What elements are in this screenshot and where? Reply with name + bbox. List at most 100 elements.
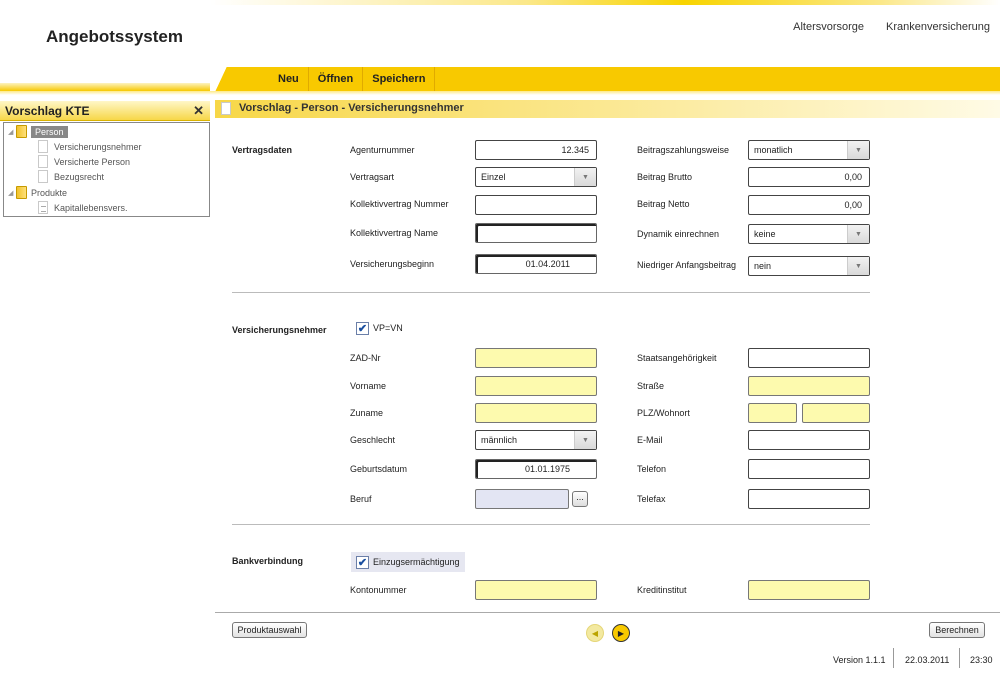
status-separator	[959, 648, 960, 668]
niedriger-anfangsbeitrag-value: nein	[754, 261, 772, 271]
niedriger-anfangsbeitrag-select[interactable]: nein ▼	[748, 256, 870, 276]
label-kreditinstitut: Kreditinstitut	[637, 585, 687, 595]
tree-node-produkte[interactable]: ◢ Produkte	[8, 186, 67, 199]
beitrag-netto-input[interactable]: 0,00	[748, 195, 870, 215]
status-time: 23:30	[970, 655, 993, 665]
previous-icon[interactable]: ◀	[586, 624, 604, 642]
chevron-down-icon[interactable]: ▼	[847, 141, 869, 159]
beruf-input[interactable]	[475, 489, 569, 509]
sidebar-header: Vorschlag KTE ✕	[0, 101, 210, 121]
label-telefon: Telefon	[637, 464, 667, 474]
agenturnummer-input[interactable]: 12.345	[475, 140, 597, 160]
label-versicherungsbeginn: Versicherungsbeginn	[350, 259, 435, 269]
label-dynamik: Dynamik einrechnen	[637, 229, 720, 239]
document-icon	[38, 170, 48, 183]
tree-label-produkte: Produkte	[31, 187, 68, 198]
kollektiv-name-input[interactable]	[475, 223, 597, 243]
toolbar: Neu Öffnen Speichern	[240, 67, 436, 91]
geschlecht-select[interactable]: männlich ▼	[475, 430, 597, 450]
section-divider	[232, 292, 870, 293]
kontonummer-input[interactable]	[475, 580, 597, 600]
label-kontonummer: Kontonummer	[350, 585, 407, 595]
band-fade	[0, 91, 1000, 95]
dynamik-value: keine	[754, 229, 776, 239]
expand-triangle-icon[interactable]: ◢	[8, 128, 16, 136]
tree-node-person[interactable]: ◢ Person	[8, 125, 68, 138]
expand-triangle-icon[interactable]: ◢	[8, 189, 16, 197]
chevron-down-icon[interactable]: ▼	[574, 168, 596, 186]
einzugsermaechtigung-checkbox[interactable]: ✔ Einzugsermächtigung	[351, 552, 465, 572]
chevron-down-icon[interactable]: ▼	[847, 257, 869, 275]
zad-nr-input[interactable]	[475, 348, 597, 368]
document-icon	[38, 155, 48, 168]
document-icon	[221, 102, 231, 115]
kreditinstitut-input[interactable]	[748, 580, 870, 600]
tree-item-label: Versicherte Person	[54, 156, 131, 167]
next-icon[interactable]: ▶	[612, 624, 630, 642]
tree-item-versicherte-person[interactable]: Versicherte Person	[38, 155, 130, 168]
folder-icon	[16, 186, 27, 199]
produktauswahl-button[interactable]: Produktauswahl	[232, 622, 307, 638]
label-strasse: Straße	[637, 381, 665, 391]
status-separator	[893, 648, 894, 668]
top-navigation: Altersvorsorge Krankenversicherung	[793, 21, 990, 33]
geburtsdatum-input[interactable]: 01.01.1975	[475, 459, 597, 479]
document-icon	[38, 201, 48, 214]
vertragsart-select[interactable]: Einzel ▼	[475, 167, 597, 187]
zuname-input[interactable]	[475, 403, 597, 423]
nav-link-altersvorsorge[interactable]: Altersvorsorge	[793, 21, 864, 33]
new-button[interactable]: Neu	[240, 67, 309, 91]
document-icon	[38, 140, 48, 153]
telefax-input[interactable]	[748, 489, 870, 509]
staatsangehoerigkeit-input[interactable]	[748, 348, 870, 368]
chevron-down-icon[interactable]: ▼	[847, 225, 869, 243]
label-geschlecht: Geschlecht	[350, 435, 396, 445]
version-text: Version 1.1.1	[833, 655, 886, 665]
email-input[interactable]	[748, 430, 870, 450]
chevron-down-icon[interactable]: ▼	[574, 431, 596, 449]
plz-input[interactable]	[748, 403, 797, 423]
label-beitrag-netto: Beitrag Netto	[637, 199, 690, 209]
beitragszahlungsweise-select[interactable]: monatlich ▼	[748, 140, 870, 160]
geschlecht-value: männlich	[481, 435, 518, 445]
kollektiv-nummer-input[interactable]	[475, 195, 597, 215]
tree-item-kapitallebensvers[interactable]: Kapitallebensvers.	[38, 201, 128, 214]
wohnort-input[interactable]	[802, 403, 870, 423]
tree-item-versicherungsnehmer[interactable]: Versicherungsnehmer	[38, 140, 142, 153]
footer-divider	[215, 612, 1000, 613]
beitrag-brutto-input[interactable]: 0,00	[748, 167, 870, 187]
label-beitragszahlungsweise: Beitragszahlungsweise	[637, 145, 730, 155]
label-vorname: Vorname	[350, 381, 387, 391]
vertragsart-value: Einzel	[481, 172, 506, 182]
dynamik-select[interactable]: keine ▼	[748, 224, 870, 244]
save-button[interactable]: Speichern	[363, 67, 436, 91]
checkmark-icon[interactable]: ✔	[356, 321, 369, 335]
nav-link-krankenversicherung[interactable]: Krankenversicherung	[886, 21, 990, 33]
checkmark-icon[interactable]: ✔	[356, 555, 369, 569]
label-zad-nr: ZAD-Nr	[350, 353, 381, 363]
telefon-input[interactable]	[748, 459, 870, 479]
top-accent-stripe	[210, 0, 1000, 5]
open-button[interactable]: Öffnen	[309, 67, 364, 91]
beruf-browse-button[interactable]: ...	[572, 491, 588, 507]
versicherungsbeginn-input[interactable]: 01.04.2011	[475, 254, 597, 274]
toolbar-band-tab	[210, 67, 240, 91]
tree-item-label: Versicherungsnehmer	[54, 141, 142, 152]
tree-item-bezugsrecht[interactable]: Bezugsrecht	[38, 170, 104, 183]
folder-icon	[16, 125, 27, 138]
strasse-input[interactable]	[748, 376, 870, 396]
label-niedriger-anfangsbeitrag: Niedriger Anfangsbeitrag	[637, 260, 737, 270]
berechnen-button[interactable]: Berechnen	[929, 622, 985, 638]
beitragszahlungsweise-value: monatlich	[754, 145, 793, 155]
vp-vn-checkbox[interactable]: ✔ VP=VN	[356, 318, 403, 338]
label-kollektiv-nummer: Kollektivvertrag Nummer	[350, 199, 449, 209]
label-agenturnummer: Agenturnummer	[350, 145, 415, 155]
app-title: Angebotssystem	[46, 27, 183, 46]
close-icon[interactable]: ✕	[193, 103, 204, 119]
label-beruf: Beruf	[350, 494, 372, 504]
vorname-input[interactable]	[475, 376, 597, 396]
sidebar-title: Vorschlag KTE	[5, 104, 90, 118]
label-zuname: Zuname	[350, 408, 384, 418]
tree-label-person: Person	[31, 125, 68, 138]
vp-vn-label: VP=VN	[373, 323, 403, 333]
